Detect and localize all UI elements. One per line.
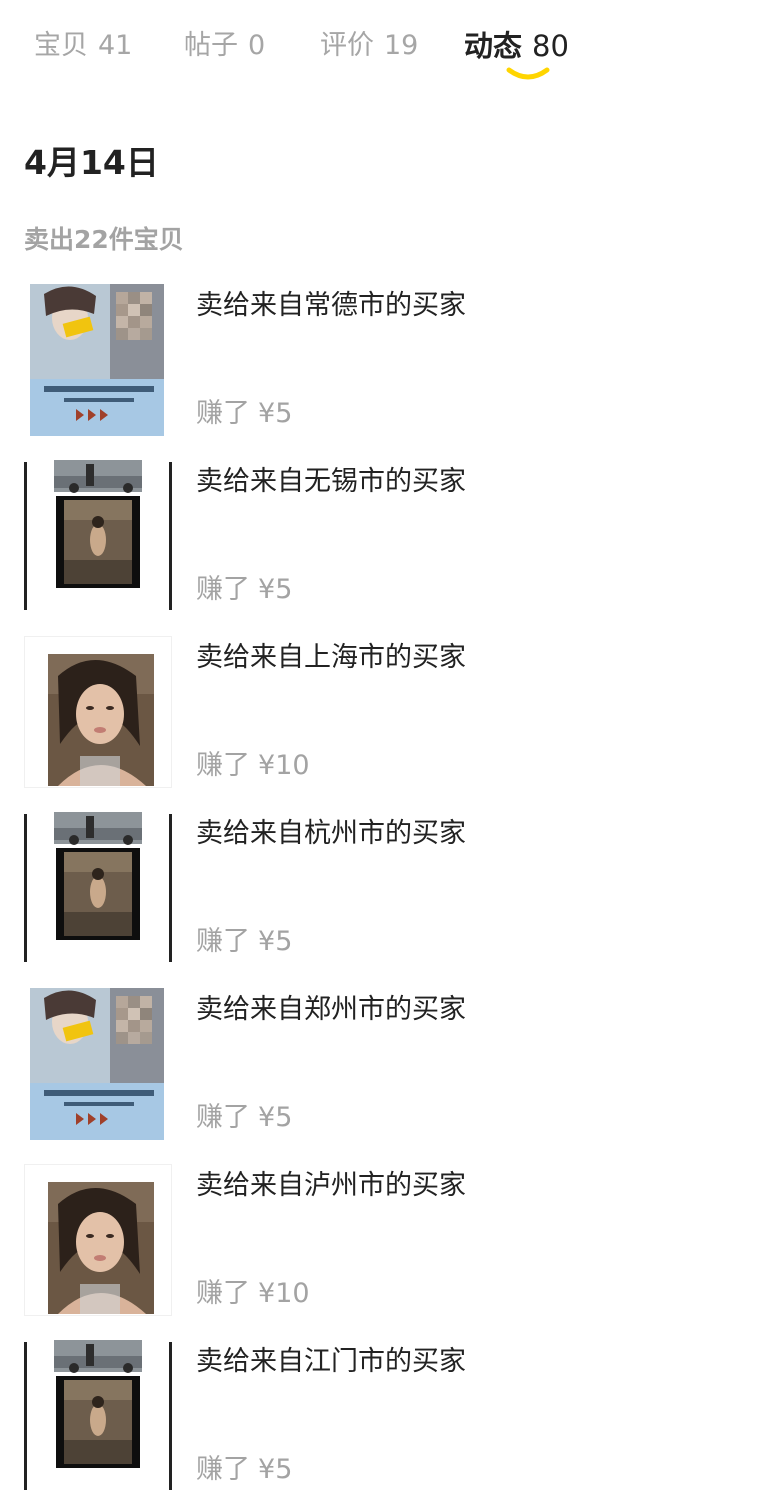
tab-reviews-label: 评价: [320, 30, 374, 61]
tab-reviews[interactable]: 评价 19: [320, 26, 418, 66]
amount-value: 5: [275, 1454, 293, 1485]
earned-label: 赚了: [196, 574, 250, 605]
buyer-location-text: 卖给来自杭州市的买家: [196, 818, 466, 849]
buyer-location-text: 卖给来自江门市的买家: [196, 1346, 466, 1377]
earned-amount: 赚了 ¥10: [196, 1274, 310, 1314]
currency-symbol: ¥: [258, 574, 276, 605]
earned-amount: 赚了 ¥5: [196, 1450, 292, 1490]
active-tab-indicator: [506, 67, 550, 80]
product-thumbnail-image: [24, 636, 172, 788]
earned-label: 赚了: [196, 398, 250, 429]
list-item[interactable]: 卖给来自无锡市的买家 赚了 ¥5: [0, 460, 766, 620]
product-thumbnail-image: [24, 284, 172, 436]
product-thumbnail[interactable]: [24, 988, 172, 1140]
buyer-location-text: 卖给来自上海市的买家: [196, 642, 466, 673]
amount-value: 5: [275, 1102, 293, 1133]
product-thumbnail[interactable]: [24, 284, 172, 436]
tab-bar: 宝贝 41 帖子 0 评价 19 动态 80: [0, 0, 766, 100]
tab-posts-label: 帖子: [184, 30, 238, 61]
earned-amount: 赚了 ¥10: [196, 746, 310, 786]
feed-date-title: 4月14日: [24, 143, 159, 182]
list-item[interactable]: 卖给来自江门市的买家 赚了 ¥5: [0, 1340, 766, 1500]
tab-activity[interactable]: 动态 80: [464, 26, 569, 66]
product-thumbnail-image: [24, 1164, 172, 1316]
tab-items-count: 41: [98, 30, 133, 61]
amount-value: 5: [275, 926, 293, 957]
tab-items[interactable]: 宝贝 41: [34, 26, 132, 66]
earned-label: 赚了: [196, 1278, 250, 1309]
product-thumbnail-image: [24, 988, 172, 1140]
buyer-location-text: 卖给来自无锡市的买家: [196, 466, 466, 497]
tab-reviews-count: 19: [384, 30, 419, 61]
earned-amount: 赚了 ¥5: [196, 922, 292, 962]
list-item[interactable]: 卖给来自杭州市的买家 赚了 ¥5: [0, 812, 766, 972]
currency-symbol: ¥: [258, 1278, 276, 1309]
earned-amount: 赚了 ¥5: [196, 394, 292, 434]
currency-symbol: ¥: [258, 926, 276, 957]
currency-symbol: ¥: [258, 398, 276, 429]
product-thumbnail[interactable]: [24, 636, 172, 788]
list-item[interactable]: 卖给来自郑州市的买家 赚了 ¥5: [0, 988, 766, 1148]
earned-label: 赚了: [196, 750, 250, 781]
earned-label: 赚了: [196, 1102, 250, 1133]
product-thumbnail-image: [24, 460, 172, 612]
amount-value: 10: [275, 1278, 310, 1309]
product-thumbnail[interactable]: [24, 1164, 172, 1316]
amount-value: 10: [275, 750, 310, 781]
list-item[interactable]: 卖给来自泸州市的买家 赚了 ¥10: [0, 1164, 766, 1324]
tab-activity-count: 80: [532, 29, 569, 63]
earned-amount: 赚了 ¥5: [196, 1098, 292, 1138]
tab-activity-label: 动态: [464, 29, 523, 63]
sold-summary: 卖出22件宝贝: [24, 225, 184, 254]
earned-amount: 赚了 ¥5: [196, 570, 292, 610]
buyer-location-text: 卖给来自泸州市的买家: [196, 1170, 466, 1201]
amount-value: 5: [275, 398, 293, 429]
product-thumbnail-image: [24, 1340, 172, 1492]
buyer-location-text: 卖给来自郑州市的买家: [196, 994, 466, 1025]
currency-symbol: ¥: [258, 1454, 276, 1485]
earned-label: 赚了: [196, 926, 250, 957]
product-thumbnail[interactable]: [24, 1340, 172, 1492]
tab-posts-count: 0: [248, 30, 266, 61]
buyer-location-text: 卖给来自常德市的买家: [196, 290, 466, 321]
tab-items-label: 宝贝: [34, 30, 88, 61]
product-thumbnail[interactable]: [24, 812, 172, 964]
product-thumbnail[interactable]: [24, 460, 172, 612]
currency-symbol: ¥: [258, 750, 276, 781]
amount-value: 5: [275, 574, 293, 605]
tab-posts[interactable]: 帖子 0: [184, 26, 265, 66]
list-item[interactable]: 卖给来自常德市的买家 赚了 ¥5: [0, 284, 766, 444]
currency-symbol: ¥: [258, 1102, 276, 1133]
list-item[interactable]: 卖给来自上海市的买家 赚了 ¥10: [0, 636, 766, 796]
product-thumbnail-image: [24, 812, 172, 964]
earned-label: 赚了: [196, 1454, 250, 1485]
